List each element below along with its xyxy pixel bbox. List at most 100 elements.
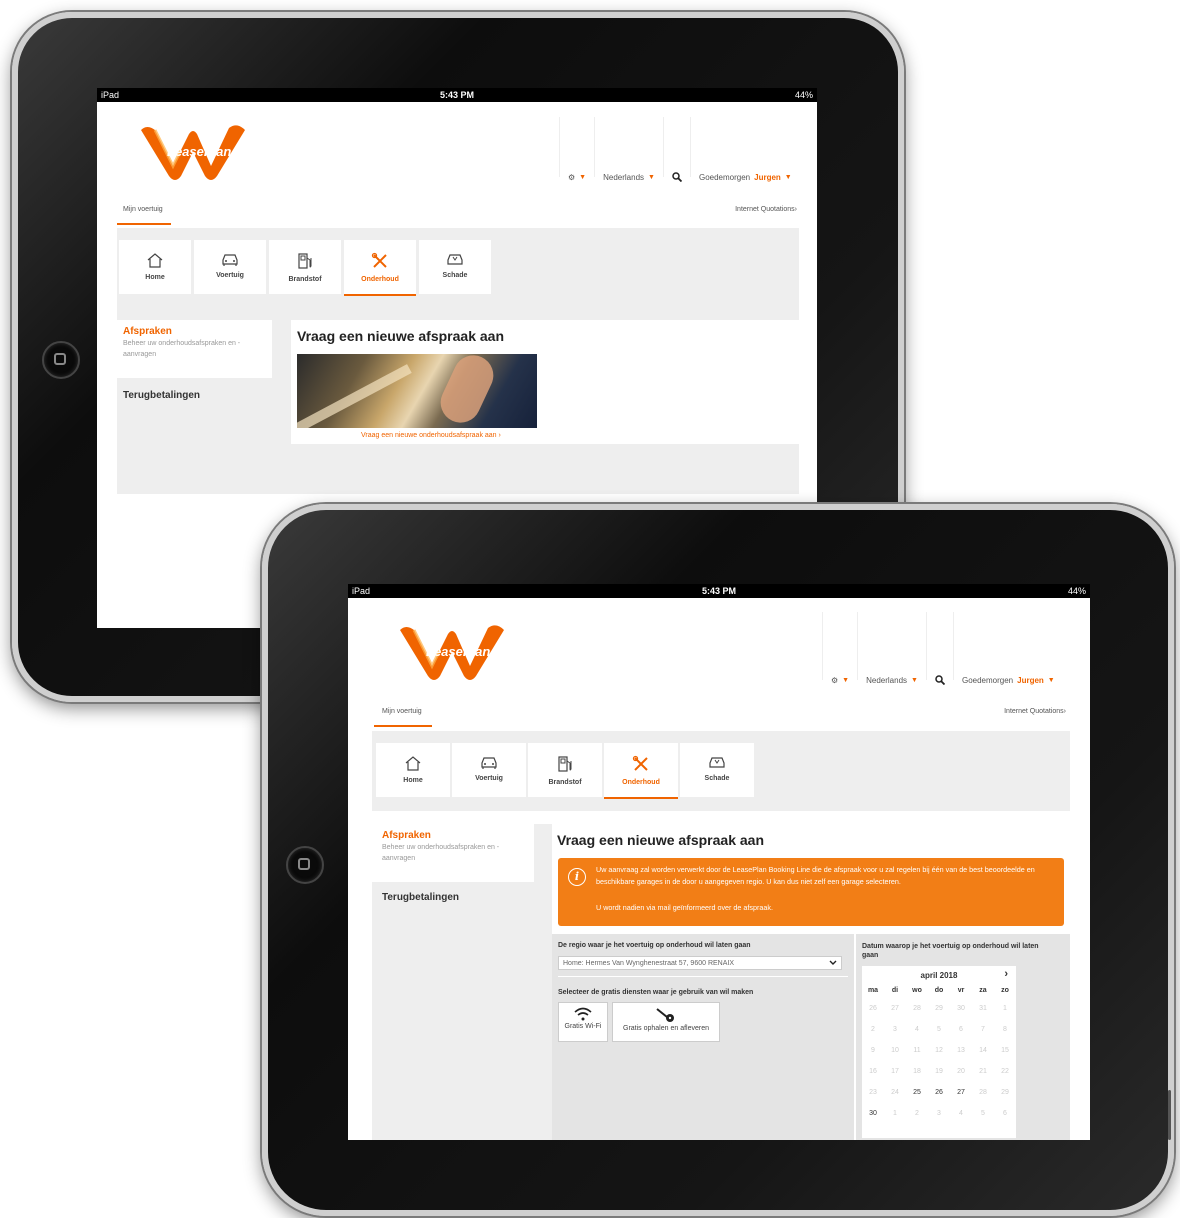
calendar-day-available[interactable]: 25: [906, 1082, 928, 1103]
calendar-day-name: wo: [912, 987, 922, 994]
calendar-day-disabled: 24: [891, 1089, 899, 1096]
new-appointment-link[interactable]: Vraag een nieuwe onderhoudsafspraak aan …: [361, 432, 501, 439]
gear-icon: ⚙: [568, 172, 576, 182]
calendar-day-disabled: 9: [871, 1047, 875, 1054]
logo-text: LeasePlan: [167, 144, 232, 159]
settings-menu[interactable]: ⚙ ▼: [560, 173, 594, 182]
chevron-down-icon: ▼: [579, 173, 587, 181]
status-time: 5:43 PM: [439, 90, 474, 100]
info-banner: i Uw aanvraag zal worden verwerkt door d…: [558, 858, 1064, 926]
calendar-day-name: di: [891, 987, 899, 994]
calendar-day-disabled: 10: [891, 1047, 899, 1054]
greeting: Goedemorgen: [961, 675, 1014, 685]
user-name: Jurgen: [1017, 675, 1044, 685]
status-carrier: iPad: [352, 586, 371, 596]
date-label: Datum waarop je het voertuig op onderhou…: [862, 943, 1039, 960]
status-bar: iPad 5:43 PM 44%: [348, 584, 1090, 598]
calendar-day-disabled: 13: [957, 1047, 965, 1054]
main-content: Vraag een nieuwe afspraak aan i Uw aanvr…: [552, 824, 1070, 1140]
language-menu[interactable]: Nederlands ▼: [858, 676, 926, 685]
calendar-day-available[interactable]: 30: [862, 1103, 884, 1124]
info-text: Uw aanvraag zal worden verwerkt door de …: [596, 865, 1035, 886]
language-menu[interactable]: Nederlands ▼: [595, 173, 663, 182]
calendar-day-disabled: 4: [959, 1110, 963, 1117]
calendar-day-disabled: 1: [893, 1110, 897, 1117]
calendar-month: april 2018: [920, 970, 958, 980]
calendar-day-disabled: 3: [937, 1110, 941, 1117]
ipad-screen-front: iPad 5:43 PM 44% LeasePlan ⚙ ▼ Nederlands…: [348, 584, 1090, 1140]
sidebar-item-afspraken[interactable]: Afspraken Beheer uw onderhoudsafspraken …: [117, 320, 272, 378]
calendar-day-disabled: 19: [935, 1068, 943, 1075]
home-button-icon[interactable]: [42, 341, 80, 379]
search-button[interactable]: [927, 675, 953, 685]
greeting: Goedemorgen: [698, 172, 751, 182]
wrench-icon: [632, 755, 648, 771]
user-menu[interactable]: Goedemorgen Jurgen ▼: [691, 173, 800, 182]
chevron-down-icon: ▼: [648, 173, 655, 181]
calendar-day-disabled: 27: [891, 1005, 899, 1012]
calendar-day-disabled: 2: [871, 1026, 875, 1033]
tab-row: Mijn voertuig Internet Quotations›: [374, 708, 1066, 727]
internet-quotations-link[interactable]: Internet Quotations›: [1004, 708, 1066, 727]
nav-tile-voertuig[interactable]: Voertuig: [194, 240, 266, 294]
tab-mijn-voertuig[interactable]: Mijn voertuig: [117, 206, 171, 225]
nav-tile-onderhoud[interactable]: Onderhoud: [604, 743, 678, 799]
home-button-icon[interactable]: [286, 846, 324, 884]
calendar-day-disabled: 4: [915, 1026, 919, 1033]
damaged-car-icon: [709, 757, 725, 768]
tab-mijn-voertuig[interactable]: Mijn voertuig: [374, 708, 432, 727]
home-icon: [405, 756, 421, 771]
nav-tile-home[interactable]: Home: [119, 240, 191, 294]
calendar-day-name: vr: [957, 987, 965, 994]
wifi-icon: [574, 1007, 592, 1021]
calendar-day-name: zo: [1001, 987, 1009, 994]
status-bar: iPad 5:43 PM 44%: [97, 88, 817, 102]
date-panel: Datum waarop je het voertuig op onderhou…: [856, 934, 1070, 1140]
car-key-icon: [656, 1008, 674, 1022]
page-title: Vraag een nieuwe afspraak aan: [297, 328, 504, 344]
calendar-day-available[interactable]: 27: [950, 1082, 972, 1103]
nav-tile-brandstof[interactable]: Brandstof: [528, 743, 602, 797]
gear-icon: ⚙: [831, 675, 839, 685]
car-icon: [481, 757, 497, 769]
service-wifi-button[interactable]: Gratis Wi-Fi: [558, 1002, 608, 1042]
car-icon: [222, 254, 238, 266]
fuel-pump-icon: [558, 756, 572, 772]
search-icon: [935, 675, 945, 685]
nav-tile-home[interactable]: Home: [376, 743, 450, 797]
calendar-day-name: ma: [867, 987, 879, 994]
date-picker[interactable]: april 2018 › ma di wo do vr za zo 26 27 28 29 30 31 1…: [862, 966, 1016, 1138]
calendar-day-disabled: 28: [913, 1005, 921, 1012]
nav-tile-voertuig[interactable]: Voertuig: [452, 743, 526, 797]
main-nav-band: Home Voertuig Brandstof Onderhoud Schade: [372, 731, 1070, 811]
user-menu[interactable]: Goedemorgen Jurgen ▼: [954, 676, 1063, 685]
top-nav: ⚙ ▼ Nederlands ▼ Goedemorgen Jurgen ▼: [559, 102, 800, 192]
service-pickup-button[interactable]: Gratis ophalen en afleveren: [612, 1002, 720, 1042]
status-battery: 44%: [794, 90, 813, 100]
calendar-day-disabled: 6: [959, 1026, 963, 1033]
status-carrier: iPad: [101, 90, 120, 100]
logo-text: LeasePlan: [426, 644, 491, 659]
search-button[interactable]: [664, 172, 690, 182]
search-icon: [672, 172, 682, 182]
region-select[interactable]: Home: Hermes Van Wynghenestraat 57, 9600…: [558, 956, 842, 970]
sidebar-item-terugbetalingen[interactable]: Terugbetalingen: [382, 892, 459, 903]
calendar-day-available[interactable]: 26: [928, 1082, 950, 1103]
settings-menu[interactable]: ⚙ ▼: [823, 676, 857, 685]
calendar-day-disabled: 1: [1003, 1005, 1007, 1012]
nav-tile-schade[interactable]: Schade: [680, 743, 754, 797]
nav-tile-schade[interactable]: Schade: [419, 240, 491, 294]
damaged-car-icon: [447, 254, 463, 265]
nav-tile-onderhoud[interactable]: Onderhoud: [344, 240, 416, 296]
language-label: Nederlands: [603, 172, 645, 182]
sidebar-item-terugbetalingen[interactable]: Terugbetalingen: [123, 390, 200, 401]
calendar-day-disabled: 7: [981, 1026, 985, 1033]
service-label: Gratis ophalen en afleveren: [623, 1025, 709, 1032]
calendar-day-name: za: [979, 987, 987, 994]
internet-quotations-link[interactable]: Internet Quotations›: [735, 206, 797, 225]
divider: [558, 976, 848, 977]
nav-tile-brandstof[interactable]: Brandstof: [269, 240, 341, 294]
sidebar-item-afspraken[interactable]: Afspraken Beheer uw onderhoudsafspraken …: [372, 824, 534, 882]
calendar-day-disabled: 8: [1003, 1026, 1007, 1033]
chevron-right-icon[interactable]: ›: [1004, 968, 1008, 980]
